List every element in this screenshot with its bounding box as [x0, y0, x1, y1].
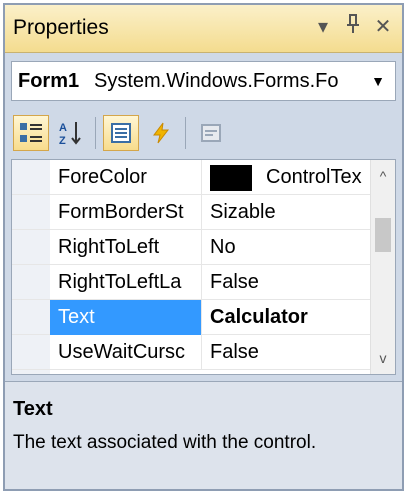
color-swatch: [210, 164, 252, 191]
properties-button[interactable]: [103, 115, 139, 151]
scrollbar-thumb[interactable]: [375, 218, 391, 252]
property-name: RightToLeftLa: [50, 265, 202, 300]
property-value[interactable]: False: [202, 265, 372, 300]
description-text: The text associated with the control.: [13, 432, 317, 453]
description-title: Text: [13, 398, 53, 420]
dropdown-arrow-icon[interactable]: ▾: [309, 13, 337, 41]
scroll-down-icon[interactable]: v: [371, 346, 395, 370]
events-icon: [153, 122, 170, 144]
window-title: Properties: [13, 16, 109, 39]
properties-icon: [111, 123, 131, 143]
toolbar-separator: [95, 117, 96, 149]
property-row-forecolor[interactable]: ForeColor ControlTex: [12, 160, 395, 195]
categorized-icon: [20, 123, 42, 142]
property-value[interactable]: ControlTex: [202, 160, 372, 195]
object-selector[interactable]: Form1 System.Windows.Forms.Fo ▼: [11, 61, 396, 101]
property-name: Text: [50, 300, 202, 335]
object-type: System.Windows.Forms.Fo: [94, 70, 339, 92]
property-pages-button[interactable]: [193, 115, 229, 151]
property-value[interactable]: No: [202, 230, 372, 265]
svg-text:Z: Z: [59, 135, 66, 146]
scroll-up-icon[interactable]: ^: [371, 164, 395, 188]
title-bar[interactable]: Properties ▾ ✕: [5, 5, 402, 53]
alphabetical-icon: A Z: [59, 122, 81, 146]
property-row-usewaitcursor[interactable]: UseWaitCursc False: [12, 335, 395, 370]
close-icon[interactable]: ✕: [369, 13, 397, 41]
chevron-down-icon[interactable]: ▼: [365, 68, 391, 94]
property-name: ForeColor: [50, 160, 202, 195]
property-name: UseWaitCursc: [50, 335, 202, 370]
property-pages-icon: [201, 124, 221, 142]
property-value[interactable]: Calculator: [202, 300, 372, 335]
property-value[interactable]: Sizable: [202, 195, 372, 230]
vertical-scrollbar[interactable]: ^ v: [370, 160, 395, 374]
pin-icon[interactable]: [339, 13, 367, 41]
property-row-text[interactable]: Text Calculator: [12, 300, 395, 335]
property-row-righttoleftlayout[interactable]: RightToLeftLa False: [12, 265, 395, 300]
property-row-righttoleft[interactable]: RightToLeft No: [12, 230, 395, 265]
property-value[interactable]: False: [202, 335, 372, 370]
alphabetical-button[interactable]: A Z: [53, 115, 89, 151]
description-pane: Text The text associated with the contro…: [5, 381, 402, 489]
property-grid: ForeColor ControlTex FormBorderSt Sizabl…: [11, 159, 396, 375]
events-button[interactable]: [143, 115, 179, 151]
object-name: Form1: [18, 70, 80, 92]
property-name: FormBorderSt: [50, 195, 202, 230]
property-value-text: ControlTex: [266, 166, 362, 188]
property-row-formborderstyle[interactable]: FormBorderSt Sizable: [12, 195, 395, 230]
property-name: RightToLeft: [50, 230, 202, 265]
categorized-button[interactable]: [13, 115, 49, 151]
toolbar-separator: [185, 117, 186, 149]
properties-window: Properties ▾ ✕ Form1 System.Windows.Form…: [3, 3, 404, 491]
svg-text:A: A: [59, 122, 67, 134]
toolbar: A Z: [5, 107, 402, 161]
